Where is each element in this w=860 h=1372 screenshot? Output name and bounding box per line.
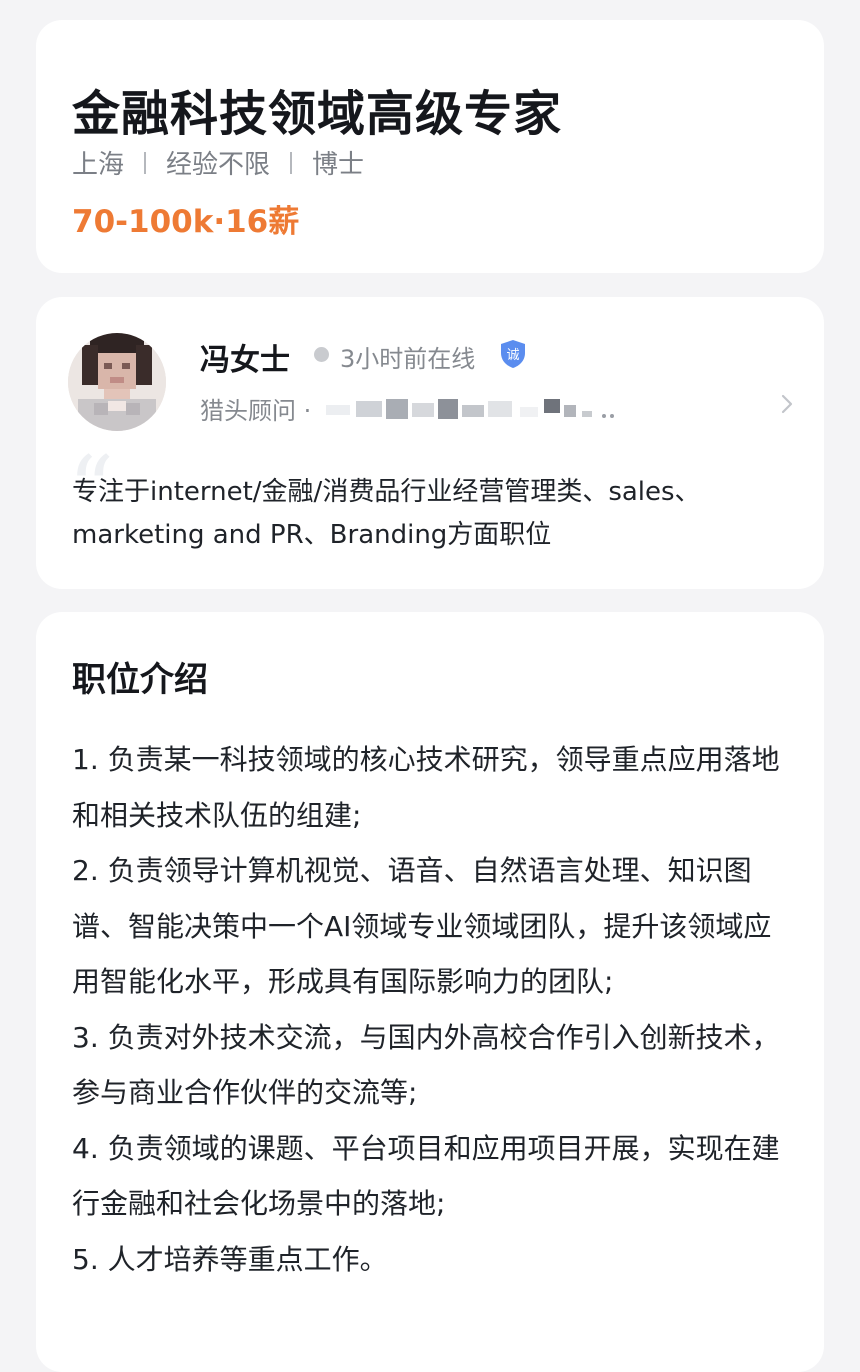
description-item: 3. 负责对外技术交流，与国内外高校合作引入创新技术，参与商业合作伙伴的交流等; [72, 1020, 780, 1110]
online-dot-icon [314, 347, 329, 362]
description-item: 1. 负责某一科技领域的核心技术研究，领导重点应用落地和相关技术队伍的组建; [72, 743, 780, 832]
chevron-right-icon[interactable] [780, 393, 794, 415]
job-education: 博士 [312, 150, 365, 180]
job-title: 金融科技领域高级专家 [72, 86, 563, 142]
avatar-pixelated-image [68, 333, 166, 431]
job-description-card: 职位介绍 1. 负责某一科技领域的核心技术研究，领导重点应用落地和相关技术队伍的… [36, 612, 824, 1372]
recruiter-name: 冯女士 [200, 343, 290, 378]
avatar[interactable] [68, 333, 166, 431]
job-salary: 70-100k·16薪 [72, 204, 300, 240]
description-item: 5. 人才培养等重点工作。 [72, 1242, 388, 1276]
job-meta-row: 上海 经验不限 博士 [72, 144, 364, 181]
verified-shield-icon: 诚 [501, 340, 525, 368]
job-header-card: 金融科技领域高级专家 上海 经验不限 博士 70-100k·16薪 [36, 20, 824, 273]
meta-divider [290, 151, 293, 174]
online-status: 3小时前在线 [340, 345, 476, 373]
description-item: 2. 负责领导计算机视觉、语音、自然语言处理、知识图谱、智能决策中一个AI领域专… [72, 854, 772, 998]
recruiter-role: 猎头顾问 · [200, 397, 312, 425]
recruiter-card[interactable]: 冯女士 3小时前在线 诚 猎头顾问 · “ 专注于internet/金融/消费品… [36, 297, 824, 589]
description-item: 4. 负责领域的课题、平台项目和应用项目开展，实现在建行金融和社会化场景中的落地… [72, 1131, 780, 1221]
job-experience: 经验不限 [166, 150, 271, 180]
company-name-blurred [326, 399, 614, 419]
section-title: 职位介绍 [72, 660, 208, 700]
meta-divider [144, 151, 147, 174]
job-city: 上海 [72, 150, 125, 180]
recruiter-bio: 专注于internet/金融/消费品行业经营管理类、sales、marketin… [72, 477, 701, 550]
verified-badge-text: 诚 [506, 348, 519, 363]
job-description: 1. 负责某一科技领域的核心技术研究，领导重点应用落地和相关技术队伍的组建; 2… [72, 732, 792, 1287]
